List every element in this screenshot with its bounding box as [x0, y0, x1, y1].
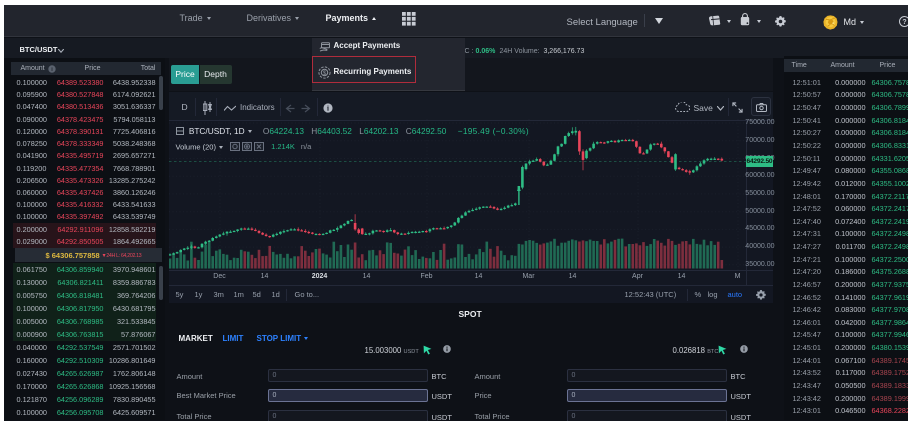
- svg-text:?: ?: [902, 19, 906, 26]
- svg-text:i: i: [327, 105, 329, 113]
